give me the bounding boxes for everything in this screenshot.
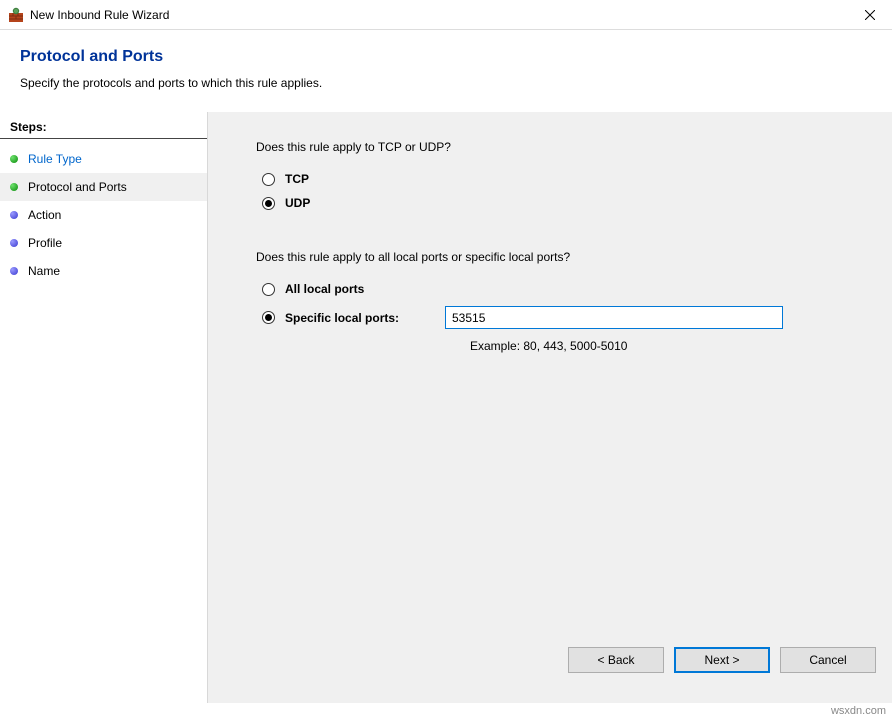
next-button[interactable]: Next > [674,647,770,673]
window-title: New Inbound Rule Wizard [30,8,169,22]
wizard-header: Protocol and Ports Specify the protocols… [0,30,892,112]
step-label: Rule Type [28,152,82,166]
specific-ports-input[interactable] [445,306,783,329]
step-bullet-icon [10,183,18,191]
watermark: wsxdn.com [831,705,886,717]
radio-udp-label[interactable]: UDP [285,196,310,210]
step-bullet-icon [10,155,18,163]
titlebar: New Inbound Rule Wizard [0,0,892,30]
ports-radio-group: All local ports Specific local ports: Ex… [262,282,862,353]
step-label: Name [28,264,60,278]
step-profile[interactable]: Profile [0,229,207,257]
step-name[interactable]: Name [0,257,207,285]
firewall-icon [8,7,24,23]
cancel-button[interactable]: Cancel [780,647,876,673]
radio-tcp-label[interactable]: TCP [285,172,309,186]
wizard-buttons: < Back Next > Cancel [568,647,876,673]
steps-heading: Steps: [0,118,207,139]
steps-sidebar: Steps: Rule Type Protocol and Ports Acti… [0,112,208,703]
radio-all-ports[interactable] [262,283,275,296]
ports-example: Example: 80, 443, 5000-5010 [470,339,862,353]
close-icon [865,10,875,20]
page-title: Protocol and Ports [20,48,872,66]
page-subtitle: Specify the protocols and ports to which… [20,76,872,90]
step-label: Protocol and Ports [28,180,127,194]
ports-question: Does this rule apply to all local ports … [256,250,862,264]
step-rule-type[interactable]: Rule Type [0,145,207,173]
radio-tcp[interactable] [262,173,275,186]
step-bullet-icon [10,239,18,247]
protocol-radio-group: TCP UDP [262,172,862,210]
close-button[interactable] [847,0,892,30]
step-action[interactable]: Action [0,201,207,229]
step-label: Profile [28,236,62,250]
main-panel: Does this rule apply to TCP or UDP? TCP … [208,112,892,703]
step-bullet-icon [10,211,18,219]
back-button[interactable]: < Back [568,647,664,673]
radio-specific-ports[interactable] [262,311,275,324]
radio-all-ports-label[interactable]: All local ports [285,282,364,296]
step-label: Action [28,208,61,222]
radio-specific-ports-label[interactable]: Specific local ports: [285,311,445,325]
step-protocol-ports[interactable]: Protocol and Ports [0,173,207,201]
radio-udp[interactable] [262,197,275,210]
protocol-question: Does this rule apply to TCP or UDP? [256,140,862,154]
step-bullet-icon [10,267,18,275]
